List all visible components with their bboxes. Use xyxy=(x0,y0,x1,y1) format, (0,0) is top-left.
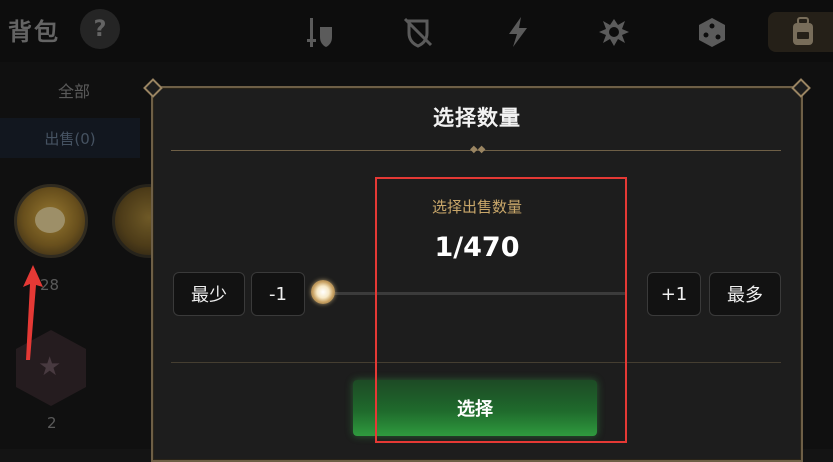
red-highlight-annotation xyxy=(375,177,627,443)
dialog-title: 选择数量 xyxy=(433,106,521,130)
red-arrow-annotation xyxy=(23,265,43,360)
max-button[interactable]: 最多 xyxy=(709,272,781,316)
minus-one-button[interactable]: -1 xyxy=(251,272,305,316)
diamond-ornament-icon: ◆◆ xyxy=(470,144,486,155)
min-button[interactable]: 最少 xyxy=(173,272,245,316)
plus-one-button[interactable]: +1 xyxy=(647,272,701,316)
quantity-slider-handle[interactable] xyxy=(311,280,335,304)
